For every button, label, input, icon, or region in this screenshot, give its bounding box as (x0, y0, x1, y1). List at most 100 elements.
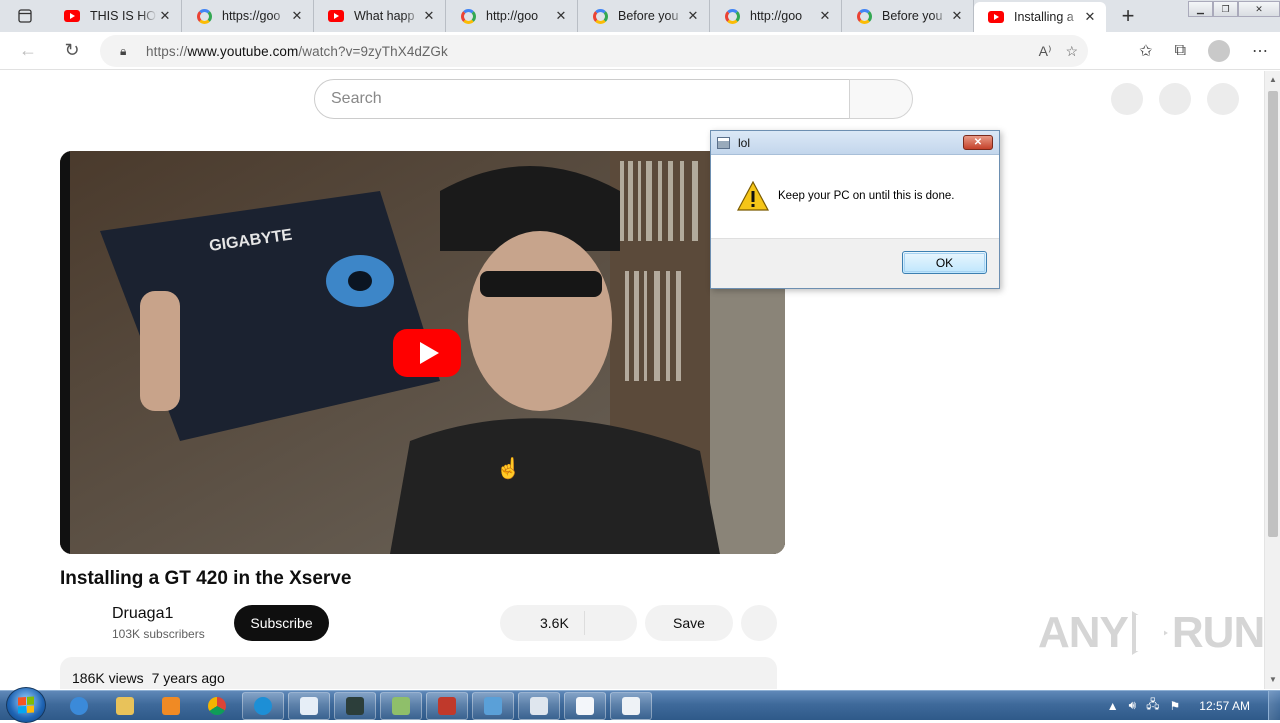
document-icon[interactable] (564, 692, 606, 720)
description-box[interactable]: 186K views 7 years ago (60, 657, 777, 689)
divider (584, 611, 585, 635)
read-aloud-icon[interactable]: A⁾ (1039, 43, 1052, 60)
tab-strip: THIS IS HOW✕ https://goo✕ What happ✕ htt… (0, 0, 1280, 32)
play-triangle-icon (1131, 611, 1168, 655)
scroll-up-icon[interactable]: ▲ (1269, 75, 1277, 84)
anyrun-watermark: ANY RUN (1038, 608, 1264, 658)
tool-icon[interactable] (380, 692, 422, 720)
back-button[interactable]: ← (8, 32, 48, 70)
url-domain: www.youtube.com (187, 43, 299, 59)
start-button[interactable] (6, 687, 46, 723)
scroll-thumb[interactable] (1268, 91, 1278, 537)
monitor-icon[interactable] (472, 692, 514, 720)
google-icon (592, 8, 608, 24)
dialog-footer: OK (711, 238, 999, 288)
scroll-down-icon[interactable]: ▼ (1269, 675, 1277, 684)
tab-4[interactable]: Before you ✕ (578, 0, 710, 32)
more-actions-button[interactable] (741, 605, 777, 641)
tab-1[interactable]: https://goo ✕ (182, 0, 314, 32)
close-tab-icon[interactable]: ✕ (817, 8, 833, 24)
youtube-icon (64, 8, 80, 24)
new-tab-button[interactable]: + (1106, 0, 1150, 32)
system-tray: ▲ 🔊︎ 🖧 ⚑ 12:57 AM (1102, 691, 1280, 720)
notepad-icon[interactable] (288, 692, 330, 720)
account-avatar[interactable] (1207, 83, 1239, 115)
search-button[interactable] (849, 79, 913, 119)
window-close-button[interactable]: ✕ (1238, 1, 1280, 17)
play-button[interactable] (393, 329, 461, 377)
windows-logo-icon (18, 696, 34, 714)
clock[interactable]: 12:57 AM (1199, 699, 1250, 713)
more-menu-icon[interactable]: ⋯ (1252, 41, 1268, 61)
save-button[interactable]: Save (645, 605, 733, 641)
google-icon (724, 8, 740, 24)
collections-icon[interactable]: ⧉ (1175, 42, 1186, 60)
video-player[interactable]: GIGABYTE (60, 151, 785, 554)
restore-button[interactable]: ❐ (1213, 1, 1238, 17)
google-icon (856, 8, 872, 24)
ie-icon[interactable] (58, 692, 100, 720)
tab-actions-icon (18, 9, 32, 23)
channel-name[interactable]: Druaga1 (112, 605, 173, 623)
search-placeholder: Search (331, 90, 382, 107)
chrome-icon[interactable] (196, 692, 238, 720)
subscribe-button[interactable]: Subscribe (234, 605, 329, 641)
close-tab-icon[interactable]: ✕ (949, 8, 965, 24)
dialog-message: Keep your PC on until this is done. (778, 190, 955, 202)
refresh-icon: ↻ (64, 40, 80, 60)
archive-icon[interactable] (426, 692, 468, 720)
close-tab-icon[interactable]: ✕ (421, 8, 437, 24)
tab-actions-button[interactable] (0, 0, 50, 32)
favorites-icon[interactable]: ✩ (1139, 41, 1152, 61)
media-player-icon[interactable] (150, 692, 192, 720)
add-favorite-icon[interactable]: ☆ (1065, 43, 1078, 60)
tab-title: Before you (882, 9, 943, 23)
address-bar[interactable]: 🔒︎ https://www.youtube.com/watch?v=9zyTh… (100, 35, 1088, 67)
taskbar: ▲ 🔊︎ 🖧 ⚑ 12:57 AM (0, 687, 1280, 723)
tab-title: http://goo (750, 9, 803, 23)
youtube-icon (328, 8, 344, 24)
close-tab-icon[interactable]: ✕ (685, 8, 701, 24)
tab-6[interactable]: Before you ✕ (842, 0, 974, 32)
close-tab-icon[interactable]: ✕ (157, 8, 173, 24)
warning-icon (737, 181, 769, 211)
show-hidden-icons-icon[interactable]: ▲ (1107, 699, 1119, 713)
tab-2[interactable]: What happ ✕ (314, 0, 446, 32)
action-center-flag-icon[interactable]: ⚑ (1170, 699, 1181, 713)
close-tab-icon[interactable]: ✕ (1082, 9, 1098, 25)
search-input[interactable]: Search (314, 79, 850, 119)
tab-7-active[interactable]: Installing a ✕ (974, 2, 1106, 32)
profile-avatar[interactable] (1208, 40, 1230, 62)
tab-0[interactable]: THIS IS HOW✕ (50, 0, 182, 32)
tab-title: http://goo (486, 9, 539, 23)
close-tab-icon[interactable]: ✕ (553, 8, 569, 24)
google-icon (460, 8, 476, 24)
ok-label: OK (935, 255, 954, 270)
terminal-icon[interactable] (334, 692, 376, 720)
dialog-body: Keep your PC on until this is done. (711, 155, 999, 238)
tab-title: Before you (618, 9, 679, 23)
explorer-icon[interactable] (104, 692, 146, 720)
like-button[interactable]: 3.6K (540, 615, 569, 631)
tab-3[interactable]: http://goo ✕ (446, 0, 578, 32)
dialog-titlebar[interactable]: lol ✕ (711, 131, 999, 155)
window-controls: ▁ ❐ ✕ (1188, 0, 1280, 18)
video-title: Installing a GT 420 in the Xserve (60, 568, 352, 589)
notifications-icon[interactable] (1159, 83, 1191, 115)
network-icon[interactable]: 🖧 (1146, 695, 1159, 716)
ok-button[interactable]: OK (902, 251, 987, 274)
tab-5[interactable]: http://goo ✕ (710, 0, 842, 32)
view-count: 186K views (72, 670, 144, 686)
dialog-close-button[interactable]: ✕ (963, 135, 993, 150)
refresh-button[interactable]: ↻ (52, 32, 92, 70)
create-icon[interactable] (1111, 83, 1143, 115)
close-tab-icon[interactable]: ✕ (289, 8, 305, 24)
calculator-icon[interactable] (610, 692, 652, 720)
edge-icon[interactable] (242, 692, 284, 720)
page-scrollbar[interactable]: ▲ ▼ (1264, 71, 1280, 689)
show-desktop-button[interactable] (1268, 691, 1280, 720)
feather-icon[interactable] (518, 692, 560, 720)
watermark-right: RUN (1171, 608, 1264, 657)
minimize-button[interactable]: ▁ (1188, 1, 1213, 17)
volume-icon[interactable]: 🔊︎ (1129, 698, 1137, 713)
